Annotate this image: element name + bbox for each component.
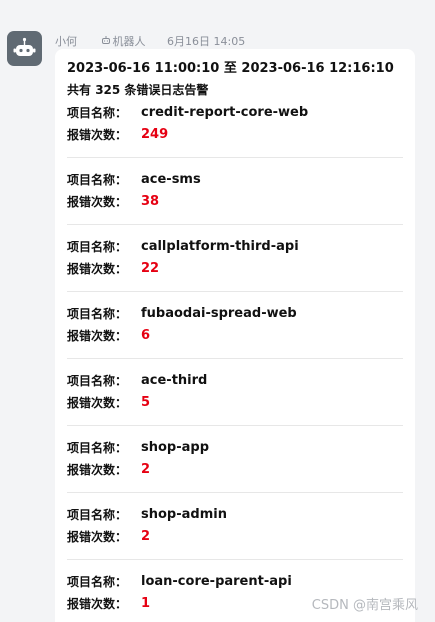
project-name-row: 项目名称： ace-sms	[67, 168, 403, 190]
alert-time-range: 2023-06-16 11:00:10 至 2023-06-16 12:16:1…	[67, 61, 394, 76]
project-entry: 项目名称： shop-admin 报错次数： 2	[67, 503, 403, 547]
project-divider	[67, 291, 403, 292]
robot-icon	[13, 37, 36, 56]
project-name-row: 项目名称： loan-core-parent-api	[67, 570, 403, 592]
project-name-label: 项目名称：	[67, 105, 128, 120]
message-time: 6月16日 14:05	[167, 35, 246, 48]
project-name: callplatform-third-api	[141, 238, 299, 254]
bot-avatar[interactable]	[7, 31, 42, 66]
project-list: 项目名称： credit-report-core-web 报错次数： 249 项目名称：…	[67, 101, 403, 614]
project-name-label: 项目名称：	[67, 172, 128, 187]
error-count-label: 报错次数：	[67, 127, 128, 142]
project-entry: 项目名称： ace-third 报错次数： 5	[67, 369, 403, 413]
error-count-label: 报错次数：	[67, 529, 128, 544]
project-name-label: 项目名称：	[67, 574, 128, 589]
error-count: 1	[141, 595, 151, 611]
project-name-row: 项目名称： shop-admin	[67, 503, 403, 525]
alert-summary: 共有 325 条错误日志告警	[67, 79, 403, 101]
project-divider	[67, 157, 403, 158]
project-name-label: 项目名称：	[67, 306, 128, 321]
error-count: 6	[141, 327, 151, 343]
project-name-row: 项目名称： ace-third	[67, 369, 403, 391]
error-count: 38	[141, 193, 160, 209]
project-entry: 项目名称： fubaodai-spread-web 报错次数： 6	[67, 302, 403, 346]
summary-prefix: 共有	[67, 83, 96, 97]
project-name: credit-report-core-web	[141, 104, 309, 120]
error-count-row: 报错次数： 6	[67, 324, 403, 346]
robot-badge-icon	[101, 35, 111, 48]
project-name-row: 项目名称： fubaodai-spread-web	[67, 302, 403, 324]
watermark: CSDN @南宫乘风	[311, 598, 418, 613]
project-divider	[67, 224, 403, 225]
message-meta: 小何 机器人 6月16日 14:05	[55, 33, 245, 49]
error-count-row: 报错次数： 5	[67, 391, 403, 413]
project-name-label: 项目名称：	[67, 507, 128, 522]
error-count: 5	[141, 394, 151, 410]
project-name-row: 项目名称： credit-report-core-web	[67, 101, 403, 123]
error-count-row: 报错次数： 249	[67, 123, 403, 145]
project-name: shop-app	[141, 439, 210, 455]
project-name: loan-core-parent-api	[141, 573, 292, 589]
project-divider	[67, 559, 403, 560]
error-count-label: 报错次数：	[67, 194, 128, 209]
bot-badge: 机器人	[101, 33, 146, 49]
project-divider	[67, 425, 403, 426]
error-count-row: 报错次数： 22	[67, 257, 403, 279]
error-count-label: 报错次数：	[67, 596, 128, 611]
project-divider	[67, 358, 403, 359]
message-card[interactable]: 2023-06-16 11:00:10 至 2023-06-16 12:16:1…	[55, 49, 415, 622]
bot-badge-label: 机器人	[112, 35, 146, 48]
summary-count: 325	[95, 83, 121, 97]
project-entry: 项目名称： callplatform-third-api 报错次数： 22	[67, 235, 403, 279]
project-name: shop-admin	[141, 506, 227, 522]
project-name-row: 项目名称： callplatform-third-api	[67, 235, 403, 257]
project-name-label: 项目名称：	[67, 440, 128, 455]
error-count: 2	[141, 461, 151, 477]
error-count-label: 报错次数：	[67, 462, 128, 477]
error-count-label: 报错次数：	[67, 395, 128, 410]
project-name: fubaodai-spread-web	[141, 305, 297, 321]
project-name: ace-sms	[141, 171, 201, 187]
error-count-row: 报错次数： 2	[67, 458, 403, 480]
project-entry: 项目名称： ace-sms 报错次数： 38	[67, 168, 403, 212]
project-entry: 项目名称： shop-app 报错次数： 2	[67, 436, 403, 480]
error-count-row: 报错次数： 2	[67, 525, 403, 547]
error-count: 2	[141, 528, 151, 544]
project-name-label: 项目名称：	[67, 239, 128, 254]
error-count: 249	[141, 126, 169, 142]
project-entry: 项目名称： credit-report-core-web 报错次数： 249	[67, 101, 403, 145]
project-name-row: 项目名称： shop-app	[67, 436, 403, 458]
summary-suffix: 条错误日志告警	[120, 83, 209, 97]
project-divider	[67, 492, 403, 493]
error-count-row: 报错次数： 38	[67, 190, 403, 212]
error-count-label: 报错次数：	[67, 328, 128, 343]
chat-view: 小何 机器人 6月16日 14:05 2023-06-16 11:00:10 至…	[0, 0, 435, 622]
project-name-label: 项目名称：	[67, 373, 128, 388]
project-name: ace-third	[141, 372, 208, 388]
error-count: 22	[141, 260, 160, 276]
sender-name[interactable]: 小何	[55, 33, 77, 49]
error-count-label: 报错次数：	[67, 261, 128, 276]
